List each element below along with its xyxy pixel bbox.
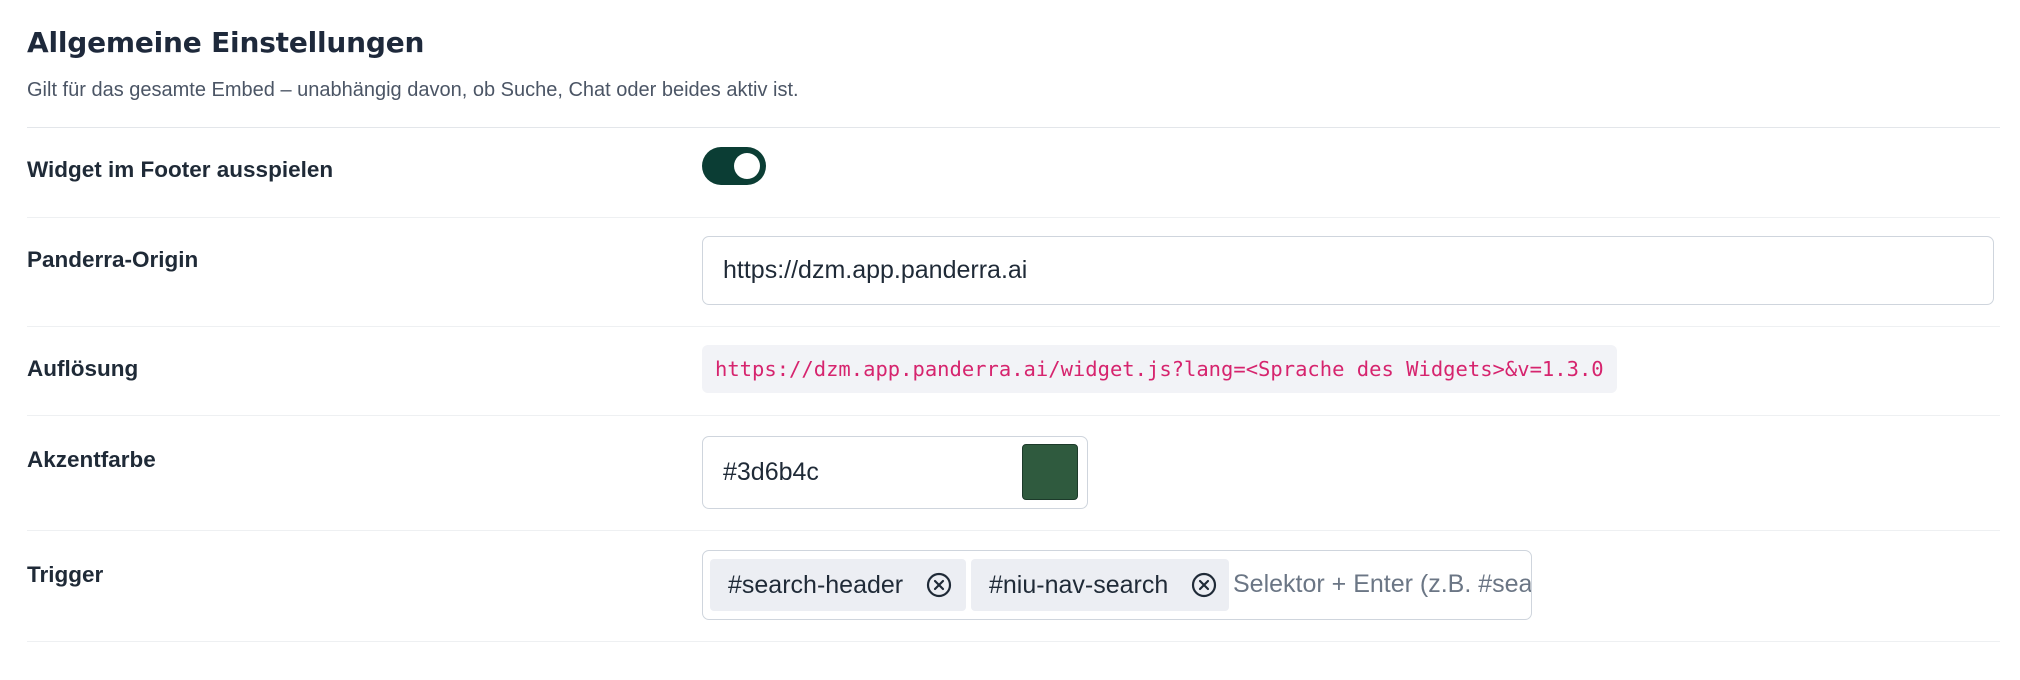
accent-color-value[interactable]: #3d6b4c [723, 437, 819, 507]
section-subtitle: Gilt für das gesamte Embed – unabhängig … [27, 79, 799, 101]
origin-label: Panderra-Origin [27, 247, 199, 272]
origin-input[interactable] [702, 236, 1994, 305]
divider [27, 217, 2000, 218]
toggle-knob [734, 153, 760, 179]
divider [27, 415, 2000, 416]
divider [27, 326, 2000, 327]
trigger-tag-label: #niu-nav-search [989, 571, 1169, 599]
resolution-code: https://dzm.app.panderra.ai/widget.js?la… [702, 345, 1617, 393]
remove-tag-icon[interactable] [1191, 572, 1217, 598]
section-title: Allgemeine Einstellungen [27, 26, 425, 59]
trigger-tag: #search-header [710, 559, 966, 611]
trigger-tag: #niu-nav-search [971, 559, 1229, 611]
trigger-label: Trigger [27, 562, 104, 587]
footer-widget-toggle[interactable] [702, 147, 766, 185]
accent-color-swatch[interactable] [1022, 444, 1078, 500]
divider [27, 641, 2000, 642]
trigger-tag-label: #search-header [728, 571, 904, 599]
divider [27, 530, 2000, 531]
trigger-tag-input[interactable]: #search-header #niu-nav-search [702, 550, 1532, 620]
divider [27, 127, 2000, 128]
resolution-label: Auflösung [27, 356, 139, 381]
remove-tag-icon[interactable] [926, 572, 952, 598]
trigger-selector-input[interactable] [1233, 551, 1531, 618]
general-settings-panel: Allgemeine Einstellungen Gilt für das ge… [0, 0, 2020, 680]
footer-widget-label: Widget im Footer ausspielen [27, 157, 334, 182]
accent-color-label: Akzentfarbe [27, 447, 156, 472]
accent-color-field[interactable]: #3d6b4c [702, 436, 1088, 509]
